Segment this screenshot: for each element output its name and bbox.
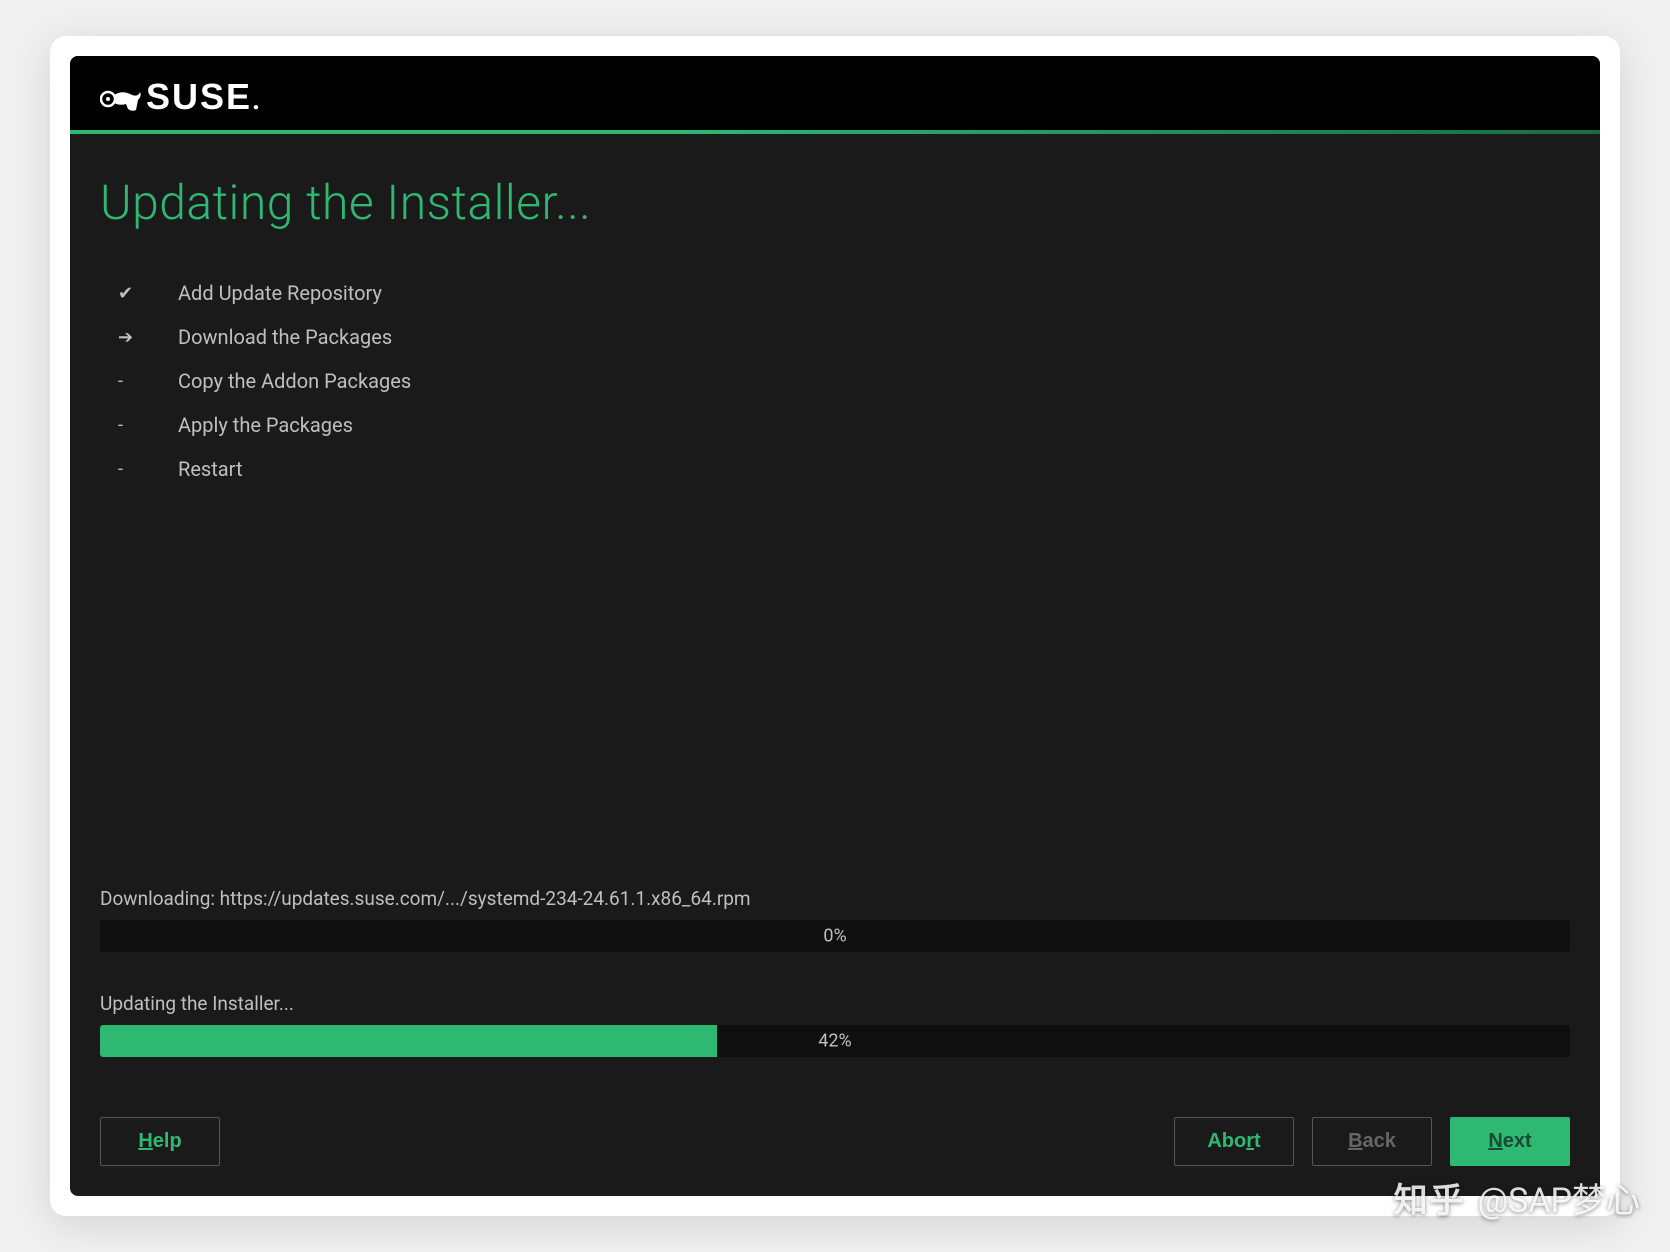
download-label: Downloading: https://updates.suse.com/..… (100, 887, 1570, 910)
step-item: ✔ Add Update Repository (118, 281, 1570, 305)
footer-right-group: Abort Back Next (1174, 1117, 1570, 1166)
content-area: Updating the Installer... ✔ Add Update R… (70, 134, 1600, 1097)
chameleon-icon (100, 82, 144, 118)
step-item: - Copy the Addon Packages (118, 369, 1570, 393)
dash-icon: - (118, 371, 178, 392)
page-title: Updating the Installer... (100, 174, 1570, 231)
step-label: Copy the Addon Packages (178, 369, 411, 393)
step-label: Restart (178, 457, 242, 481)
overall-label: Updating the Installer... (100, 992, 1570, 1015)
check-icon: ✔ (118, 283, 178, 304)
page-frame: SUSE . Updating the Installer... ✔ Add U… (50, 36, 1620, 1216)
step-label: Apply the Packages (178, 413, 353, 437)
footer: Help Abort Back Next (70, 1097, 1600, 1196)
download-progress-text: 0% (823, 926, 846, 947)
help-button[interactable]: Help (100, 1117, 220, 1166)
installer-window: SUSE . Updating the Installer... ✔ Add U… (70, 56, 1600, 1196)
overall-progress-bar: 42% (100, 1025, 1570, 1057)
step-label: Add Update Repository (178, 281, 382, 305)
progress-section: Downloading: https://updates.suse.com/..… (100, 857, 1570, 1077)
next-button[interactable]: Next (1450, 1117, 1570, 1166)
dash-icon: - (118, 415, 178, 436)
arrow-right-icon: ➔ (118, 327, 178, 348)
step-label: Download the Packages (178, 325, 392, 349)
download-progress-bar: 0% (100, 920, 1570, 952)
step-item: - Apply the Packages (118, 413, 1570, 437)
abort-button[interactable]: Abort (1174, 1117, 1294, 1166)
overall-progress-text: 42% (818, 1031, 851, 1052)
brand-logo: SUSE . (100, 76, 1570, 118)
step-item: ➔ Download the Packages (118, 325, 1570, 349)
back-button[interactable]: Back (1312, 1117, 1432, 1166)
steps-list: ✔ Add Update Repository ➔ Download the P… (118, 281, 1570, 501)
brand-text: SUSE (146, 76, 252, 118)
dash-icon: - (118, 459, 178, 480)
overall-progress-fill (100, 1025, 717, 1057)
step-item: - Restart (118, 457, 1570, 481)
header: SUSE . (70, 56, 1600, 130)
